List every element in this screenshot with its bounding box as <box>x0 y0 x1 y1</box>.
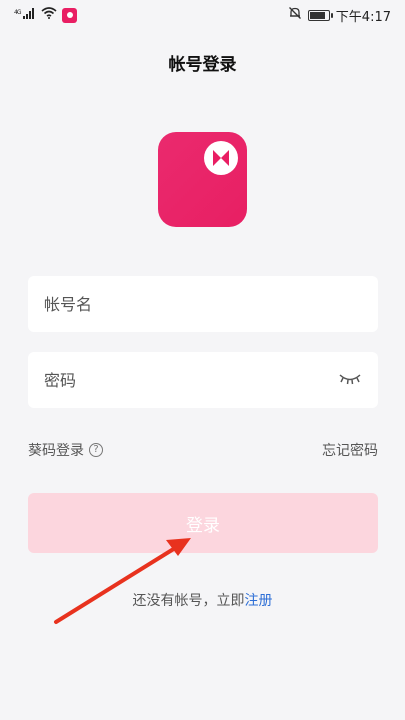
login-options: 葵码登录 ? 忘记密码 <box>28 440 378 460</box>
status-bar: 4G 下午4:17 <box>0 0 405 30</box>
battery-icon <box>307 9 333 21</box>
page-title: 帐号登录 <box>168 55 237 75</box>
status-right: 下午4:17 <box>288 6 391 25</box>
register-prompt: 还没有帐号，立即注册 <box>0 590 405 610</box>
register-link[interactable]: 注册 <box>245 593 273 609</box>
account-field[interactable] <box>28 276 378 332</box>
mute-bell-icon <box>288 6 302 24</box>
sms-login-label[interactable]: 葵码登录 <box>28 440 84 460</box>
svg-text:4G: 4G <box>14 9 22 16</box>
status-left: 4G <box>14 7 77 23</box>
sms-login-option[interactable]: 葵码登录 ? <box>28 440 103 460</box>
no-account-text: 还没有帐号，立即 <box>132 593 245 609</box>
wifi-icon <box>41 7 57 23</box>
password-input[interactable] <box>44 370 338 390</box>
clock: 下午4:17 <box>335 9 391 25</box>
forgot-password-link[interactable]: 忘记密码 <box>322 440 378 460</box>
play-bubble-icon <box>204 141 238 175</box>
account-input[interactable] <box>44 294 362 314</box>
eye-closed-icon[interactable] <box>338 371 362 390</box>
help-icon[interactable]: ? <box>89 443 103 457</box>
app-logo <box>158 132 247 227</box>
cellular-signal-icon: 4G <box>14 7 36 23</box>
app-notification-icon <box>62 7 77 23</box>
login-button[interactable]: 登录 <box>28 493 378 553</box>
password-field[interactable] <box>28 352 378 408</box>
